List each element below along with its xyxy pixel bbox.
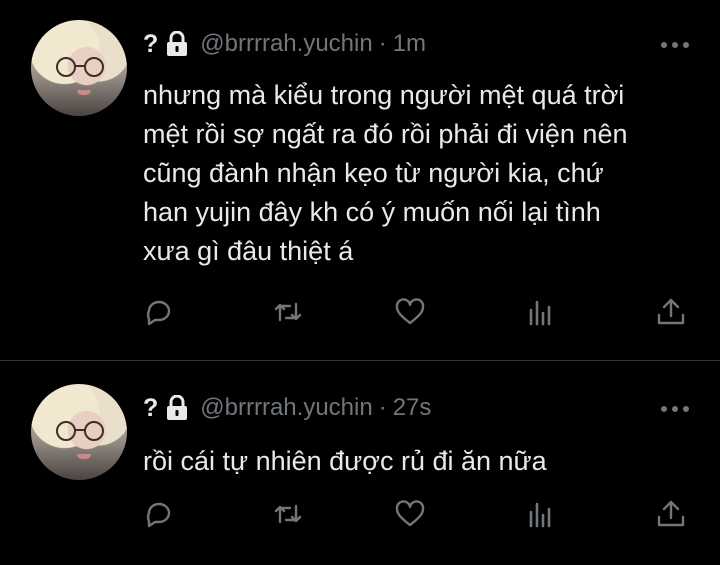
views-button[interactable] [523, 296, 555, 328]
avatar[interactable] [31, 384, 127, 480]
avatar[interactable] [31, 20, 127, 116]
glasses-graphic [56, 421, 104, 441]
tweet[interactable]: ? @brrrrah.yuchin · 1m nhưng mà kiểu tro… [0, 0, 720, 360]
tweet-header: ? @brrrrah.yuchin · 27s [143, 393, 431, 423]
tweet-text: nhưng mà kiểu trong người mệt quá trời m… [143, 80, 628, 266]
tweet[interactable]: ? @brrrrah.yuchin · 27s rồi cái tự nhiên… [0, 362, 720, 565]
reply-button[interactable] [143, 296, 175, 328]
views-button[interactable] [523, 498, 555, 530]
separator-dot: · [378, 394, 387, 421]
heart-icon [395, 298, 425, 325]
like-button[interactable] [394, 498, 426, 530]
retweet-button[interactable] [272, 498, 304, 530]
avatar-mouth [77, 90, 91, 95]
glasses-graphic [56, 57, 104, 77]
reply-icon [146, 502, 171, 528]
tweet-text: rồi cái tự nhiên được rủ đi ăn nữa [143, 446, 547, 476]
timestamp[interactable]: 27s [393, 394, 432, 422]
user-handle[interactable]: @brrrrah.yuchin [200, 394, 372, 422]
separator-dot: · [378, 30, 387, 57]
reply-icon [146, 300, 171, 326]
heart-icon [395, 500, 425, 527]
tweet-divider [0, 360, 720, 361]
share-icon [657, 500, 685, 527]
display-name[interactable]: ? [143, 394, 158, 423]
like-button[interactable] [394, 296, 426, 328]
views-icon [529, 502, 551, 528]
tweet-actions [0, 296, 720, 332]
lock-icon [166, 394, 188, 421]
share-icon [657, 298, 685, 325]
timestamp[interactable]: 1m [393, 30, 426, 58]
views-icon [529, 300, 551, 326]
avatar-mouth [77, 454, 91, 459]
user-handle[interactable]: @brrrrah.yuchin [200, 30, 372, 58]
reply-button[interactable] [143, 498, 175, 530]
retweet-icon [274, 504, 302, 524]
display-name[interactable]: ? [143, 30, 158, 59]
retweet-button[interactable] [272, 296, 304, 328]
share-button[interactable] [655, 296, 687, 328]
lock-icon [166, 30, 188, 57]
retweet-icon [274, 302, 302, 322]
tweet-actions [0, 498, 720, 534]
more-horizontal-icon[interactable] [660, 41, 690, 49]
more-horizontal-icon[interactable] [660, 405, 690, 413]
share-button[interactable] [655, 498, 687, 530]
tweet-header: ? @brrrrah.yuchin · 1m [143, 29, 426, 59]
